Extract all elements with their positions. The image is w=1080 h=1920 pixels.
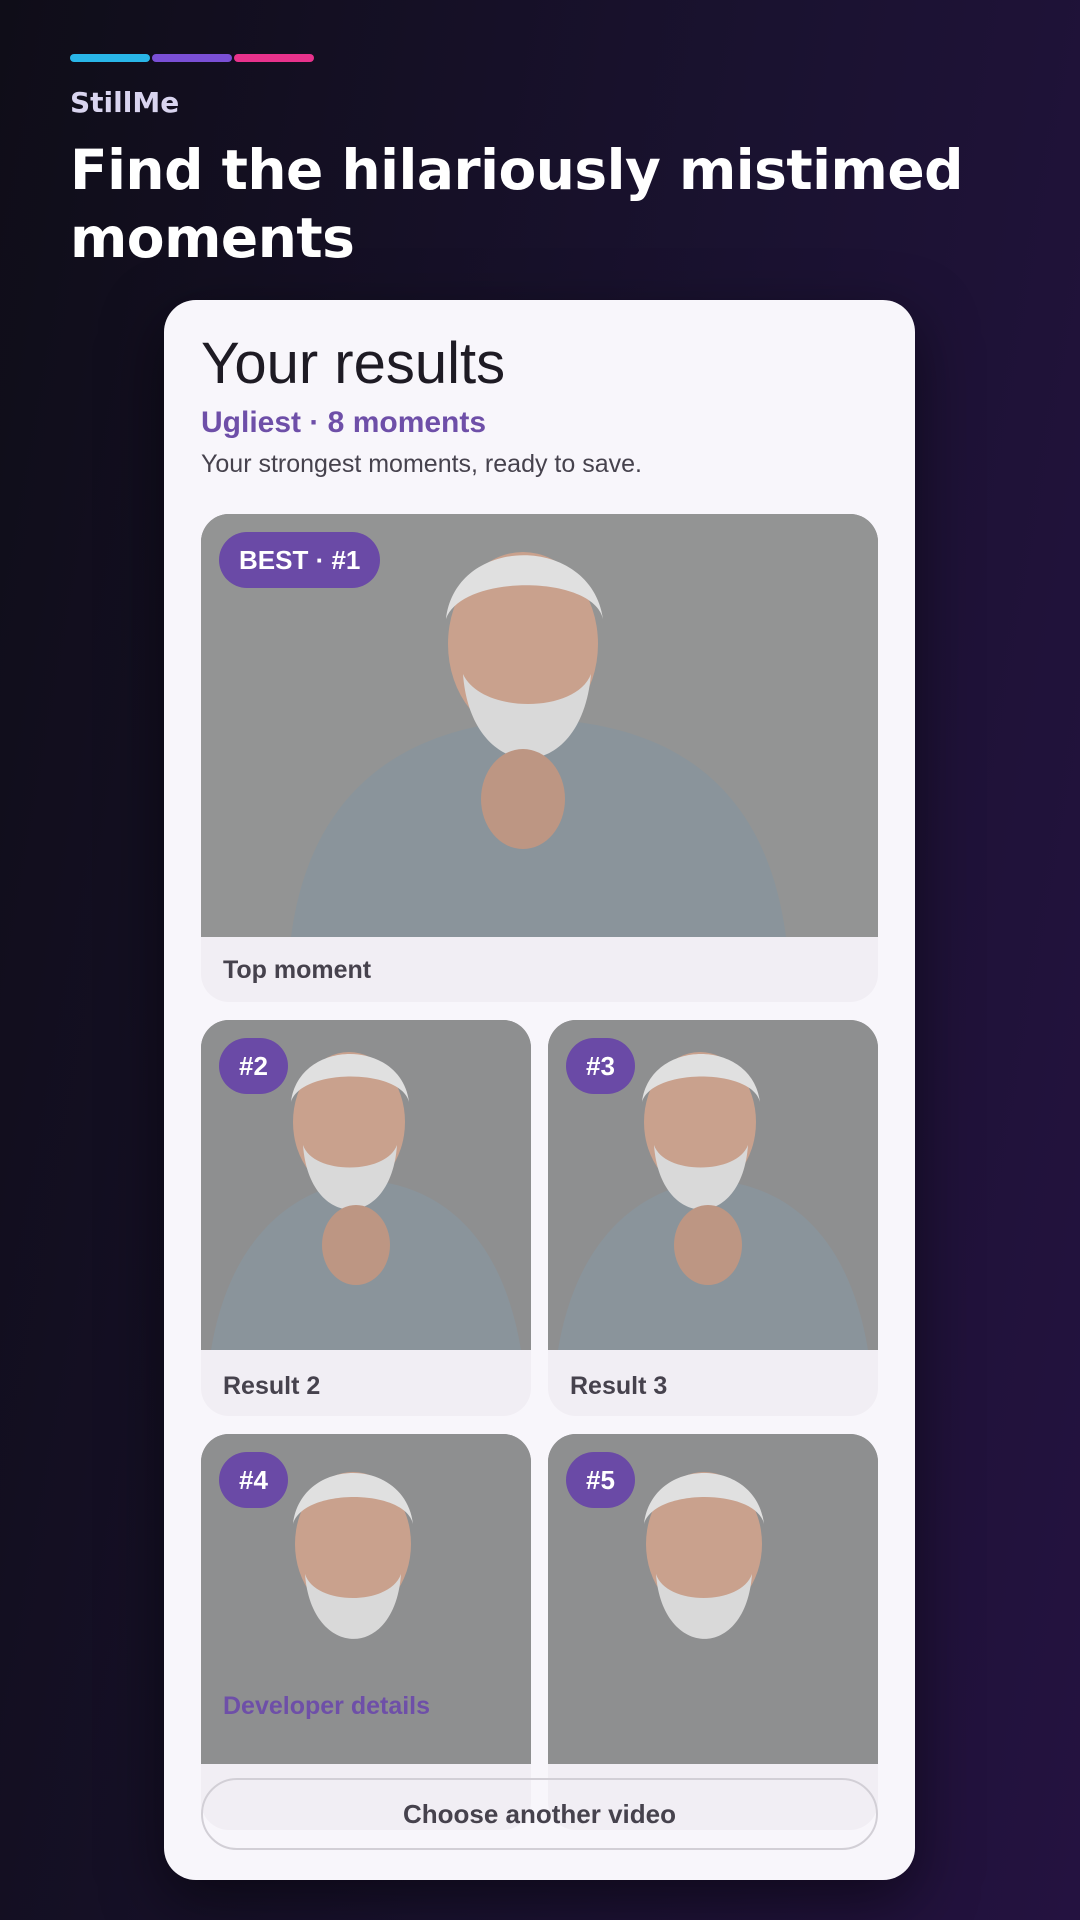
- result-card-2[interactable]: #2 Result 2: [201, 1020, 531, 1416]
- results-list[interactable]: BEST · #1 Top moment #2 Result 2 #3 Resu…: [201, 514, 878, 1830]
- progress-indicator: [70, 54, 314, 62]
- progress-segment-1: [70, 54, 150, 62]
- progress-segment-3: [234, 54, 314, 62]
- top-moment-card[interactable]: BEST · #1 Top moment: [201, 514, 878, 1002]
- best-badge: BEST · #1: [219, 532, 381, 588]
- rank-badge-3: #3: [566, 1038, 635, 1094]
- results-card: Your results Ugliest · 8 moments Your st…: [164, 300, 915, 1880]
- choose-another-video-button[interactable]: Choose another video: [201, 1778, 878, 1850]
- top-moment-caption: Top moment: [223, 956, 372, 984]
- result-card-5[interactable]: #5: [548, 1434, 878, 1830]
- rank-badge-5: #5: [566, 1452, 635, 1508]
- results-title: Your results: [201, 331, 506, 396]
- progress-segment-2: [152, 54, 232, 62]
- page-headline: Find the hilariously mistimed moments: [70, 138, 964, 270]
- results-description: Your strongest moments, ready to save.: [201, 450, 642, 478]
- developer-details-link[interactable]: Developer details: [223, 1692, 430, 1721]
- result-3-caption: Result 3: [570, 1372, 668, 1400]
- rank-badge-4: #4: [219, 1452, 288, 1508]
- result-card-3[interactable]: #3 Result 3: [548, 1020, 878, 1416]
- result-2-caption: Result 2: [223, 1372, 321, 1400]
- brand-name: StillMe: [70, 86, 180, 119]
- result-card-4[interactable]: #4: [201, 1434, 531, 1830]
- rank-badge-2: #2: [219, 1038, 288, 1094]
- results-subtitle: Ugliest · 8 moments: [201, 406, 487, 439]
